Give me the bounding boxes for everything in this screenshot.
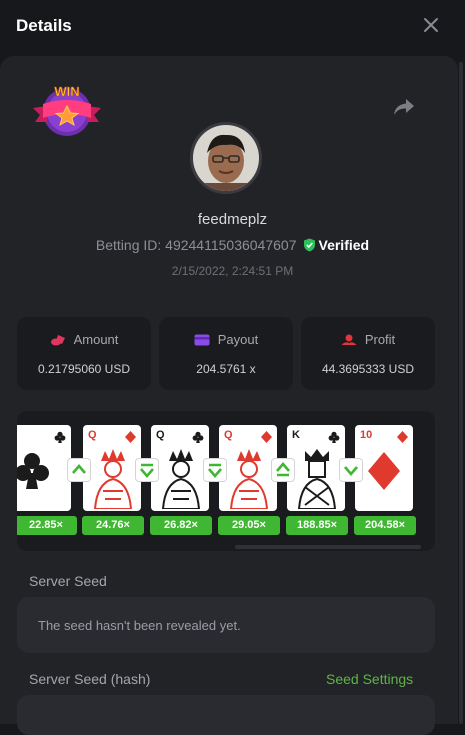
diamond-icon [397,430,408,448]
betting-id: Betting ID: 49244115036047607 [95,237,297,253]
diamond-icon [125,430,136,448]
horizontal-scrollbar[interactable] [235,545,421,549]
card-3: Q [151,425,209,511]
share-icon[interactable] [392,96,416,118]
club-icon [192,430,204,448]
card-6: 10 [355,425,413,511]
avatar [190,122,262,194]
profit-icon [341,334,357,345]
card-1 [17,425,71,511]
verified-label: Verified [318,237,370,253]
queen-art-icon [229,449,269,509]
queen-art-icon [93,449,133,509]
lower-arrow-icon [136,459,158,481]
shield-check-icon [303,238,315,252]
club-art-icon [17,453,49,489]
queen-art-icon [161,449,201,509]
coins-icon [50,335,65,346]
betting-id-line: Betting ID: 49244115036047607 Verified [0,237,465,253]
multiplier-badge: 24.76× [82,516,144,535]
lower-arrow-icon [340,459,362,481]
username: feedmeplz [197,211,268,228]
stat-payout-value: 204.5761 x [196,362,256,376]
stat-profit-label: Profit [364,332,396,347]
club-icon [328,430,340,448]
server-seed-hash-field[interactable] [17,695,435,735]
multiplier-badge: 188.85× [286,516,348,535]
club-icon [54,430,66,448]
stat-amount: Amount 0.21795060 USD [17,317,151,390]
stat-profit: Profit 44.3695333 USD [301,317,435,390]
vertical-scrollbar[interactable] [459,62,463,724]
stat-payout-label: Payout [217,332,259,347]
close-icon[interactable] [420,14,442,36]
card-2: Q [83,425,141,511]
king-art-icon [297,449,337,509]
bet-details-modal: Details WIN feedmeplz Betting ID: 492441… [0,0,465,735]
stat-profit-value: 44.3695333 USD [321,362,415,376]
server-seed-placeholder: The seed hasn't been revealed yet. [38,618,241,633]
lower-arrow-icon [204,459,226,481]
stat-payout: Payout 204.5761 x [159,317,293,390]
win-badge-text: WIN [54,84,79,99]
modal-header: Details [0,0,465,54]
win-badge-icon: WIN [31,82,103,138]
multiplier-badge: 26.82× [150,516,212,535]
stat-amount-value: 0.21795060 USD [37,362,131,376]
multiplier-badge: 22.85× [17,516,77,535]
card-4: Q [219,425,277,511]
bet-date: 2/15/2022, 2:24:51 PM [171,264,294,278]
higher-arrow-icon [68,459,90,481]
wallet-icon [194,334,210,346]
multiplier-badge: 204.58× [354,516,416,535]
server-seed-hash-label: Server Seed (hash) [29,671,151,687]
modal-title: Details [16,16,72,35]
higher-or-same-arrow-icon [272,459,294,481]
diamond-icon [261,430,272,448]
diamond-art-icon [368,452,400,490]
card-5: K [287,425,345,511]
multiplier-badge: 29.05× [218,516,280,535]
server-seed-field[interactable]: The seed hasn't been revealed yet. [17,597,435,653]
cards-history[interactable]: 22.85× Q 24.76× Q 26.82× Q 29.05× K 188.… [17,411,435,551]
server-seed-label: Server Seed [29,573,107,589]
stat-amount-label: Amount [73,332,119,347]
seed-settings-link[interactable]: Seed Settings [326,671,413,687]
